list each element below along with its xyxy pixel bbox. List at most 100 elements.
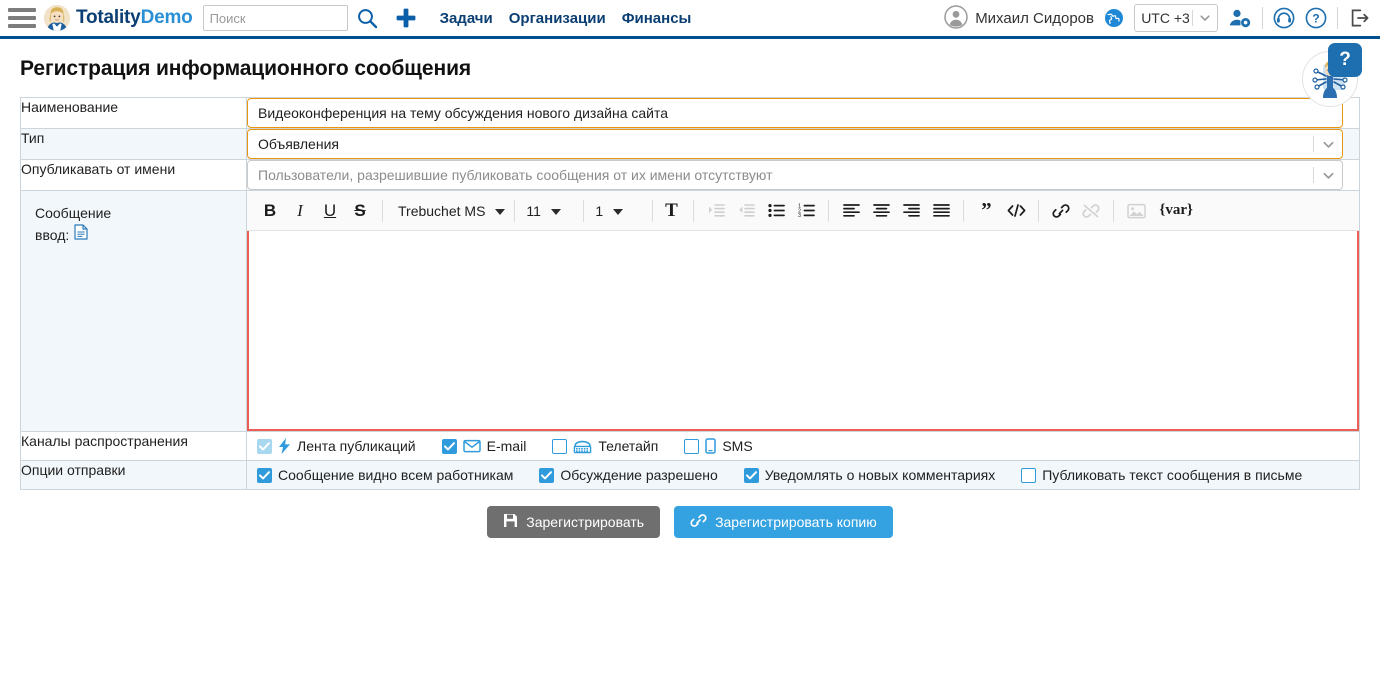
nav-link-finance[interactable]: Финансы xyxy=(622,10,692,27)
form-row-type: Тип Объявления xyxy=(20,128,1360,160)
align-right-icon[interactable] xyxy=(896,196,926,226)
hamburger-menu-icon[interactable] xyxy=(8,8,36,28)
strikethrough-icon[interactable]: S xyxy=(345,196,375,226)
code-icon[interactable] xyxy=(1001,196,1031,226)
option-publish-text-in-email-checkbox[interactable] xyxy=(1021,467,1037,483)
user-settings-icon[interactable] xyxy=(1228,6,1252,30)
form-row-options: Опции отправки Сообщение видно всем рабо… xyxy=(20,460,1360,490)
channel-feed[interactable]: Лента публикаций xyxy=(257,438,416,454)
help-badge[interactable]: ? xyxy=(1328,43,1362,77)
option-visible-to-all[interactable]: Сообщение видно всем работникам xyxy=(257,467,513,483)
register-copy-button[interactable]: Зарегистрировать копию xyxy=(674,506,893,538)
toolbar-divider xyxy=(583,199,585,222)
publish-as-select[interactable]: Пользователи, разрешившие публиковать со… xyxy=(247,160,1343,190)
divider xyxy=(1337,7,1338,29)
label-message-input: ввод: xyxy=(35,226,70,243)
options-checkbox-row: Сообщение видно всем работникам Обсужден… xyxy=(247,461,1359,489)
option-visible-to-all-label: Сообщение видно всем работникам xyxy=(278,467,514,483)
font-family-value: Trebuchet MS xyxy=(398,202,486,219)
search-icon[interactable] xyxy=(356,7,378,29)
line-height-select[interactable]: 1 xyxy=(587,198,649,224)
option-notify-comments-label: Уведомлять о новых комментариях xyxy=(764,467,996,483)
channel-teletype[interactable]: Телетайп xyxy=(552,438,658,454)
register-button[interactable]: Зарегистрировать xyxy=(487,506,661,538)
bold-icon[interactable]: B xyxy=(255,196,285,226)
label-message-text: Сообщение xyxy=(35,205,112,221)
nav-link-tasks[interactable]: Задачи xyxy=(440,10,493,27)
document-icon[interactable] xyxy=(74,224,88,246)
align-center-icon[interactable] xyxy=(866,196,896,226)
form-row-publish-as: Опубликавать от имени Пользователи, разр… xyxy=(20,159,1360,191)
publish-as-placeholder: Пользователи, разрешившие публиковать со… xyxy=(258,167,773,183)
bullet-list-icon[interactable] xyxy=(761,196,791,226)
question-circle-icon[interactable]: ? xyxy=(1305,7,1327,29)
assistant-helper-widget[interactable]: ? xyxy=(1302,43,1362,107)
globe-icon[interactable] xyxy=(1104,8,1124,28)
user-menu[interactable]: Михаил Сидоров xyxy=(944,4,1094,32)
plus-icon[interactable] xyxy=(394,6,418,30)
nav-link-organizations[interactable]: Организации xyxy=(509,10,606,27)
form-row-message: Сообщение ввод: B I U S Trebuchet MS 11 … xyxy=(20,190,1360,432)
brand-logo[interactable]: TotalityDemo xyxy=(44,5,193,31)
unlink-icon xyxy=(1076,196,1106,226)
form-row-channels: Каналы распространения Лента публикаций xyxy=(20,431,1360,461)
channel-email[interactable]: E-mail xyxy=(441,438,526,454)
search-input[interactable] xyxy=(202,5,348,31)
indent-increase-icon xyxy=(701,196,731,226)
channel-sms[interactable]: SMS xyxy=(684,438,753,454)
user-name: Михаил Сидоров xyxy=(975,9,1094,27)
image-icon xyxy=(1121,196,1151,226)
name-input[interactable] xyxy=(247,98,1343,128)
timezone-select[interactable]: UTC +3 xyxy=(1134,4,1218,32)
italic-icon[interactable]: I xyxy=(285,196,315,226)
option-discussion-allowed[interactable]: Обсуждение разрешено xyxy=(539,467,718,483)
hamburger-line xyxy=(8,24,36,28)
option-publish-text-in-email[interactable]: Публиковать текст сообщения в письме xyxy=(1021,467,1302,483)
option-notify-comments[interactable]: Уведомлять о новых комментариях xyxy=(743,467,996,483)
svg-text:3: 3 xyxy=(798,213,801,218)
chevron-down-icon xyxy=(1314,138,1342,151)
option-visible-to-all-checkbox[interactable] xyxy=(257,467,272,483)
editor-toolbar: B I U S Trebuchet MS 11 1 T 1 2 3 ” {var… xyxy=(247,191,1359,231)
indent-decrease-icon xyxy=(731,196,761,226)
toolbar-divider xyxy=(382,199,383,222)
hamburger-line xyxy=(8,8,36,12)
variable-button[interactable]: {var} xyxy=(1151,196,1200,226)
type-select-value: Объявления xyxy=(258,136,339,152)
option-discussion-allowed-label: Обсуждение разрешено xyxy=(560,467,718,483)
channel-teletype-checkbox[interactable] xyxy=(552,438,568,454)
label-options: Опции отправки xyxy=(20,460,247,490)
field-publish-as-cell: Пользователи, разрешившие публиковать со… xyxy=(246,159,1360,191)
brand-title-part2: Demo xyxy=(140,7,193,28)
type-select[interactable]: Объявления xyxy=(247,129,1343,159)
lightning-icon xyxy=(278,438,291,454)
save-icon xyxy=(503,513,518,531)
chevron-down-icon xyxy=(1314,169,1342,182)
message-body-editable[interactable] xyxy=(247,231,1359,431)
toolbar-divider xyxy=(652,199,654,222)
numbered-list-icon[interactable]: 123 xyxy=(791,196,821,226)
toolbar-divider xyxy=(514,199,516,222)
top-navigation-bar: TotalityDemo Задачи Организации Финансы xyxy=(0,0,1380,107)
font-size-value: 11 xyxy=(526,202,541,219)
svg-text:?: ? xyxy=(1312,12,1319,26)
channel-feed-checkbox[interactable] xyxy=(257,438,272,454)
option-publish-text-in-email-label: Публиковать текст сообщения в письме xyxy=(1042,467,1303,483)
blockquote-icon[interactable]: ” xyxy=(971,196,1001,226)
option-discussion-allowed-checkbox[interactable] xyxy=(539,467,555,483)
logout-icon[interactable] xyxy=(1348,7,1370,29)
link-icon[interactable] xyxy=(1046,196,1076,226)
text-color-icon[interactable]: T xyxy=(656,196,686,226)
font-size-select[interactable]: 11 xyxy=(518,198,580,224)
align-justify-icon[interactable] xyxy=(926,196,956,226)
channel-sms-checkbox[interactable] xyxy=(684,438,700,454)
option-notify-comments-checkbox[interactable] xyxy=(743,467,759,483)
field-name-cell xyxy=(246,97,1360,129)
align-left-icon[interactable] xyxy=(836,196,866,226)
underline-icon[interactable]: U xyxy=(315,196,345,226)
font-family-select[interactable]: Trebuchet MS xyxy=(390,198,511,224)
phone-icon xyxy=(705,438,717,454)
channel-teletype-label: Телетайп xyxy=(598,438,659,454)
channel-email-checkbox[interactable] xyxy=(441,438,457,454)
headset-icon[interactable] xyxy=(1273,7,1295,29)
